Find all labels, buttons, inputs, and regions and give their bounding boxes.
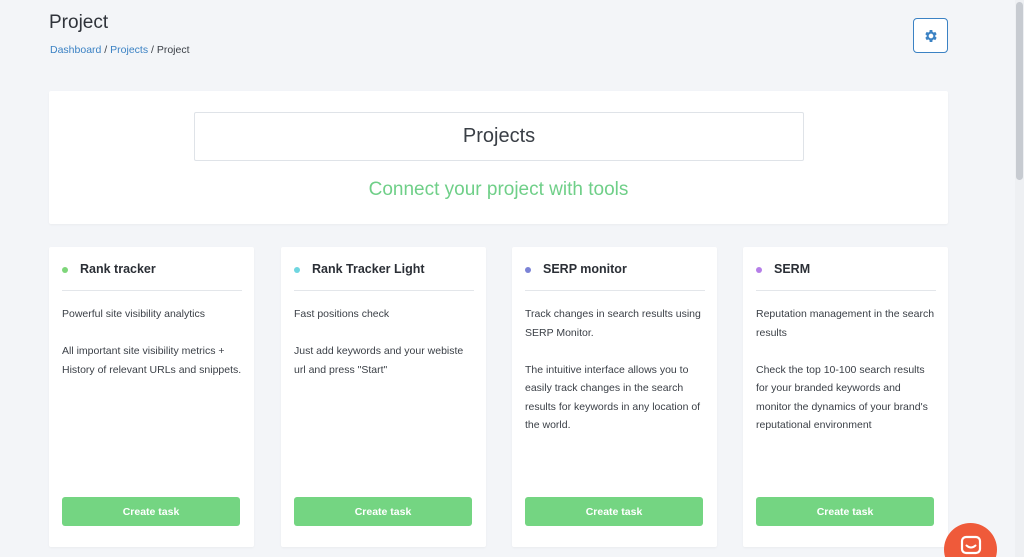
card-header: Rank Tracker Light bbox=[294, 262, 474, 291]
breadcrumb-separator: / bbox=[148, 44, 157, 56]
card-title: SERP monitor bbox=[543, 262, 627, 276]
card-title: Rank tracker bbox=[80, 262, 156, 276]
status-dot-icon bbox=[525, 267, 531, 273]
card-description: Powerful site visibility analytics All i… bbox=[62, 305, 244, 398]
card-description: Reputation management in the search resu… bbox=[756, 305, 938, 453]
card-header: Rank tracker bbox=[62, 262, 242, 291]
breadcrumb-separator: / bbox=[101, 44, 111, 56]
create-task-button[interactable]: Create task bbox=[294, 497, 472, 526]
scrollbar-thumb[interactable] bbox=[1016, 2, 1023, 180]
chat-widget-button[interactable] bbox=[944, 523, 997, 557]
card-paragraph: All important site visibility metrics + … bbox=[62, 345, 242, 376]
tool-card-serp-monitor: SERP monitor Track changes in search res… bbox=[512, 247, 717, 547]
status-dot-icon bbox=[756, 267, 762, 273]
breadcrumb-projects-link[interactable]: Projects bbox=[110, 44, 148, 56]
card-paragraph: Check the top 10-100 search results for … bbox=[756, 363, 928, 432]
breadcrumb-current: Project bbox=[156, 44, 190, 56]
hero-subtitle: Connect your project with tools bbox=[368, 179, 629, 200]
card-paragraph: Powerful site visibility analytics bbox=[62, 308, 205, 320]
create-task-button[interactable]: Create task bbox=[756, 497, 934, 526]
status-dot-icon bbox=[294, 267, 300, 273]
breadcrumb-dashboard-link[interactable]: Dashboard bbox=[50, 44, 101, 56]
page-title: Project bbox=[49, 12, 109, 33]
card-paragraph: Reputation management in the search resu… bbox=[756, 308, 935, 339]
settings-button[interactable] bbox=[913, 18, 948, 53]
card-header: SERM bbox=[756, 262, 936, 291]
create-task-button[interactable]: Create task bbox=[62, 497, 240, 526]
card-title: Rank Tracker Light bbox=[312, 262, 425, 276]
card-title: SERM bbox=[774, 262, 811, 276]
card-paragraph: Track changes in search results using SE… bbox=[525, 308, 701, 339]
chat-icon bbox=[960, 535, 981, 555]
card-description: Track changes in search results using SE… bbox=[525, 305, 707, 453]
gear-icon bbox=[924, 29, 937, 42]
card-header: SERP monitor bbox=[525, 262, 705, 291]
tool-card-serm: SERM Reputation management in the search… bbox=[743, 247, 948, 547]
projects-hero-panel: Projects Connect your project with tools bbox=[49, 91, 948, 224]
card-paragraph: Just add keywords and your webiste url a… bbox=[294, 345, 464, 376]
create-task-button[interactable]: Create task bbox=[525, 497, 703, 526]
projects-heading-box: Projects bbox=[194, 112, 804, 161]
breadcrumb: Dashboard / Projects / Project bbox=[50, 44, 190, 56]
card-description: Fast positions check Just add keywords a… bbox=[294, 305, 476, 398]
tool-card-rank-tracker-light: Rank Tracker Light Fast positions check … bbox=[281, 247, 486, 547]
status-dot-icon bbox=[62, 267, 68, 273]
tool-card-rank-tracker: Rank tracker Powerful site visibility an… bbox=[49, 247, 254, 547]
card-paragraph: The intuitive interface allows you to ea… bbox=[525, 363, 701, 432]
card-paragraph: Fast positions check bbox=[294, 308, 390, 320]
page-scrollbar[interactable] bbox=[1015, 0, 1024, 557]
